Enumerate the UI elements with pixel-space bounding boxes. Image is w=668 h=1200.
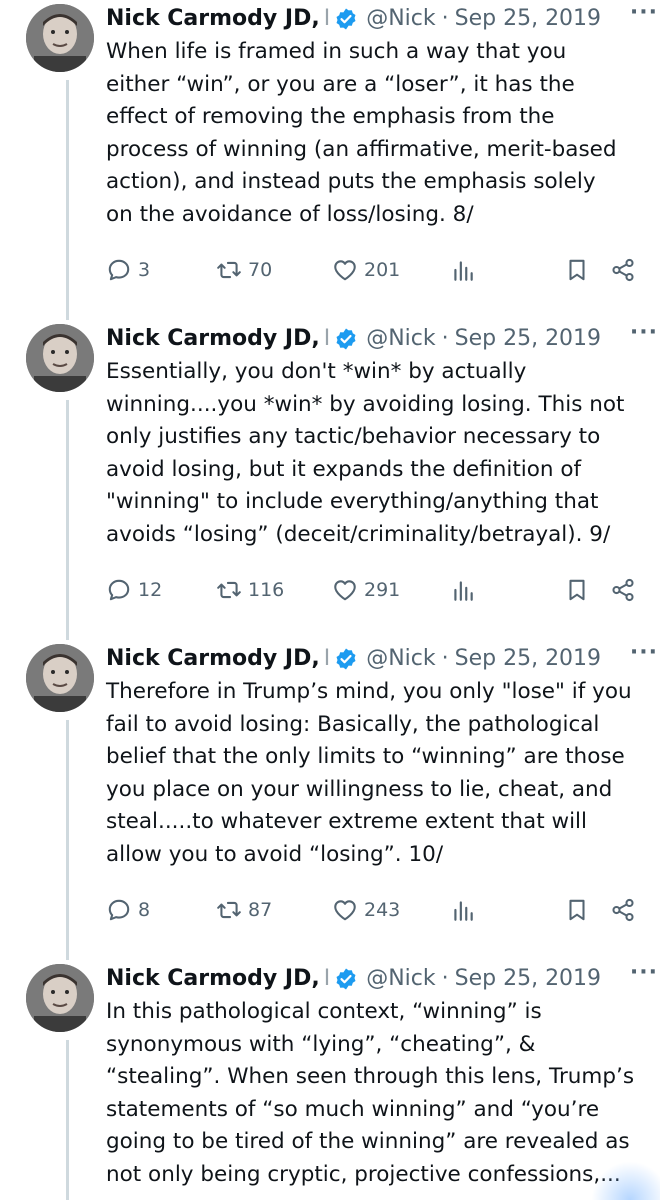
like-count: 243 (364, 899, 401, 921)
tweet-header: Nick Carmody JD, I @Nick · Sep 25, 2019 (106, 322, 658, 356)
like-icon (334, 260, 356, 281)
reply-count: 3 (138, 259, 151, 281)
reply-button[interactable]: 8 (106, 890, 150, 930)
tweet[interactable]: Nick Carmody JD, I @Nick · Sep 25, 2019 … (0, 640, 668, 960)
tweet[interactable]: Nick Carmody JD, I @Nick · Sep 25, 2019 … (0, 320, 668, 640)
tweet-text: Therefore in Trump’s mind, you only "los… (106, 679, 632, 867)
retweet-button[interactable]: 87 (216, 890, 272, 930)
retweet-count: 70 (248, 259, 273, 281)
reply-button[interactable]: 3 (106, 250, 150, 290)
share-icon (612, 898, 634, 922)
bookmark-button[interactable] (564, 890, 590, 930)
bookmark-icon (569, 259, 585, 281)
bookmark-button[interactable] (564, 570, 590, 610)
reply-button[interactable]: 12 (106, 570, 162, 610)
more-options-button[interactable]: ··· (630, 320, 658, 345)
like-button[interactable]: 291 (332, 570, 400, 610)
reply-icon (108, 899, 130, 921)
author-name-truncated: I (323, 326, 331, 351)
verified-badge-icon (336, 968, 356, 990)
separator-dot: · (441, 326, 449, 351)
like-button[interactable]: 243 (332, 890, 400, 930)
reply-icon (108, 259, 130, 281)
verified-badge-icon (336, 8, 356, 30)
like-count: 291 (364, 579, 401, 601)
like-icon (334, 580, 356, 601)
author-name[interactable]: Nick Carmody JD, (106, 642, 320, 676)
author-name[interactable]: Nick Carmody JD, (106, 322, 320, 356)
views-icon (454, 261, 473, 281)
more-options-button[interactable]: ··· (630, 0, 658, 25)
tweet-text: Essentially, you don't *win* by actually… (106, 359, 625, 547)
views-button[interactable] (450, 890, 476, 930)
bookmark-button[interactable] (564, 250, 590, 290)
author-name[interactable]: Nick Carmody JD, (106, 962, 320, 996)
share-button[interactable] (610, 250, 636, 290)
tweet-date[interactable]: Sep 25, 2019 (455, 322, 601, 356)
bookmark-icon (569, 899, 585, 921)
author-handle[interactable]: @Nick (366, 322, 435, 356)
tweet-header: Nick Carmody JD, I @Nick · Sep 25, 2019 (106, 962, 658, 996)
retweet-icon (217, 581, 241, 599)
avatar[interactable] (26, 324, 94, 392)
author-name[interactable]: Nick Carmody JD, (106, 2, 320, 36)
views-icon (454, 901, 473, 921)
more-options-button[interactable]: ··· (630, 960, 658, 985)
tweet[interactable]: Nick Carmody JD, I @Nick · Sep 25, 2019 … (0, 0, 668, 320)
retweet-button[interactable]: 116 (216, 570, 284, 610)
more-options-button[interactable]: ··· (630, 640, 658, 665)
tweet-date[interactable]: Sep 25, 2019 (455, 962, 601, 996)
bookmark-icon (569, 579, 585, 601)
tweet-text: In this pathological context, “winning” … (106, 999, 635, 1187)
like-button[interactable]: 201 (332, 250, 400, 290)
share-button[interactable] (610, 570, 636, 610)
author-name-truncated: I (323, 966, 331, 991)
reply-count: 8 (138, 899, 151, 921)
share-icon (612, 258, 634, 282)
tweet[interactable]: Nick Carmody JD, I @Nick · Sep 25, 2019 … (0, 960, 668, 1200)
author-handle[interactable]: @Nick (366, 2, 435, 36)
avatar[interactable] (26, 4, 94, 72)
tweet-header: Nick Carmody JD, I @Nick · Sep 25, 2019 (106, 2, 658, 36)
share-button[interactable] (610, 890, 636, 930)
author-name-truncated: I (323, 646, 331, 671)
tweet-text: When life is framed in such a way that y… (106, 39, 617, 227)
author-handle[interactable]: @Nick (366, 642, 435, 676)
views-icon (454, 581, 473, 601)
tweet-date[interactable]: Sep 25, 2019 (455, 642, 601, 676)
retweet-count: 87 (248, 899, 273, 921)
verified-badge-icon (336, 328, 356, 350)
tweet-header: Nick Carmody JD, I @Nick · Sep 25, 2019 (106, 642, 658, 676)
tweet-date[interactable]: Sep 25, 2019 (455, 2, 601, 36)
separator-dot: · (441, 6, 449, 31)
reply-count: 12 (138, 579, 163, 601)
retweet-icon (217, 261, 241, 279)
views-button[interactable] (450, 250, 476, 290)
retweet-button[interactable]: 70 (216, 250, 272, 290)
action-bar: 8 87 243 (106, 890, 654, 930)
author-name-truncated: I (323, 6, 331, 31)
retweet-count: 116 (248, 579, 285, 601)
author-handle[interactable]: @Nick (366, 962, 435, 996)
separator-dot: · (441, 966, 449, 991)
retweet-icon (217, 901, 241, 919)
action-bar: 12 116 291 (106, 570, 654, 610)
verified-badge-icon (336, 648, 356, 670)
like-icon (334, 900, 356, 921)
share-icon (612, 578, 634, 602)
scroll-indicator (590, 1150, 660, 1200)
action-bar: 3 70 201 (106, 250, 654, 290)
reply-icon (108, 579, 130, 601)
separator-dot: · (441, 646, 449, 671)
views-button[interactable] (450, 570, 476, 610)
like-count: 201 (364, 259, 401, 281)
avatar[interactable] (26, 964, 94, 1032)
avatar[interactable] (26, 644, 94, 712)
